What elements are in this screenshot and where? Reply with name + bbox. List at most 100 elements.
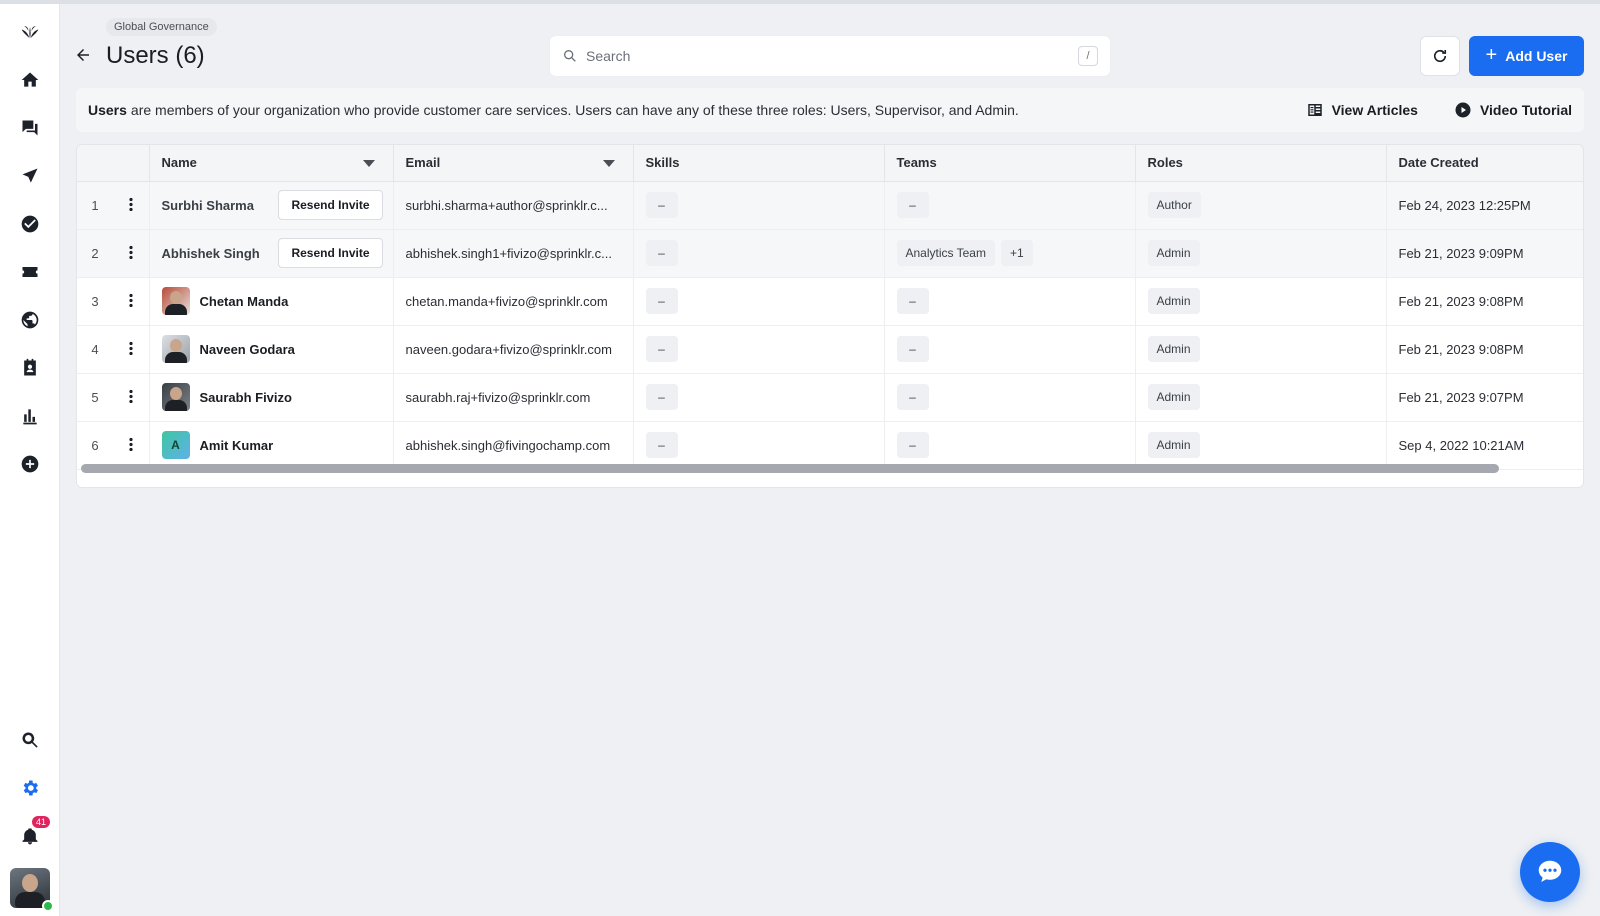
name-cell: A Amit Kumar (149, 421, 394, 470)
date-cell: Feb 21, 2023 9:08PM (1386, 277, 1583, 326)
view-articles-label: View Articles (1331, 102, 1418, 118)
email-cell: abhishek.singh@fivingochamp.com (393, 421, 634, 470)
row-number: 3 (77, 277, 113, 326)
date-cell: Feb 21, 2023 9:09PM (1386, 229, 1583, 278)
column-header-name[interactable]: Name (149, 145, 394, 182)
skills-chip: – (645, 432, 678, 458)
messages-icon[interactable] (18, 116, 42, 140)
skills-cell: – (633, 229, 885, 278)
teams-cell: – (884, 373, 1136, 422)
bell-icon[interactable]: 41 (18, 816, 50, 848)
column-header-date-created[interactable]: Date Created (1386, 145, 1583, 182)
search-icon (564, 50, 576, 62)
table-row[interactable]: 3 Chetan Manda chetan.manda+fivizo@sprin… (77, 277, 1583, 326)
column-header-teams[interactable]: Teams (884, 145, 1136, 182)
email-cell: naveen.godara+fivizo@sprinklr.com (393, 325, 634, 374)
row-menu-button[interactable] (113, 325, 150, 374)
skills-cell: – (633, 181, 885, 230)
team-chip[interactable]: Analytics Team (896, 240, 995, 266)
column-header-email[interactable]: Email (393, 145, 634, 182)
name-cell: Abhishek Singh Resend Invite (149, 229, 394, 278)
user-avatar[interactable] (10, 868, 54, 912)
chat-button[interactable] (1520, 842, 1580, 902)
skills-cell: – (633, 373, 885, 422)
column-header-roles[interactable]: Roles (1135, 145, 1387, 182)
avatar: A (161, 431, 190, 459)
breadcrumb[interactable]: Global Governance (106, 18, 217, 36)
role-chip: Admin (1147, 288, 1200, 314)
user-name[interactable]: Surbhi Sharma (162, 198, 254, 213)
user-name[interactable]: Abhishek Singh (162, 246, 260, 261)
row-menu-button[interactable] (113, 277, 150, 326)
resend-invite-button[interactable]: Resend Invite (278, 238, 383, 268)
notification-badge: 41 (31, 816, 50, 828)
role-chip: Admin (1147, 432, 1200, 458)
send-icon[interactable] (18, 164, 42, 188)
name-cell: Surbhi Sharma Resend Invite (149, 181, 394, 230)
book-icon (1307, 104, 1322, 116)
plus-icon: + (1485, 44, 1498, 66)
column-label: Email (405, 155, 441, 171)
add-user-label: Add User (1505, 48, 1568, 64)
column-label: Name (161, 155, 197, 171)
role-chip: Admin (1147, 240, 1200, 266)
team-more-chip[interactable]: +1 (1000, 240, 1033, 266)
search-icon[interactable] (18, 728, 42, 752)
teams-cell: – (884, 277, 1136, 326)
add-user-button[interactable]: + Add User (1469, 36, 1584, 76)
globe-icon[interactable] (18, 308, 42, 332)
column-header-skills[interactable]: Skills (633, 145, 885, 182)
table-row[interactable]: 4 Naveen Godara naveen.godara+fivizo@spr… (77, 325, 1583, 374)
role-chip: Admin (1147, 336, 1200, 362)
sort-caret-icon[interactable] (362, 160, 375, 167)
role-chip: Admin (1147, 384, 1200, 410)
search-input[interactable] (586, 48, 1078, 64)
user-name[interactable]: Saurabh Fivizo (200, 390, 292, 405)
kebab-icon (128, 436, 133, 451)
row-menu-button[interactable] (113, 421, 150, 470)
row-menu-button[interactable] (113, 181, 150, 230)
refresh-button[interactable] (1420, 36, 1460, 76)
roles-cell: Admin (1135, 325, 1387, 374)
online-status-dot (42, 900, 54, 912)
bar-chart-icon[interactable] (18, 404, 42, 428)
sort-caret-icon[interactable] (602, 160, 615, 167)
user-name[interactable]: Amit Kumar (200, 438, 274, 453)
video-tutorial-link[interactable]: Video Tutorial (1454, 101, 1572, 119)
ticket-icon[interactable] (18, 260, 42, 284)
email-cell: surbhi.sharma+author@sprinklr.c... (393, 181, 634, 230)
resend-invite-button[interactable]: Resend Invite (278, 190, 383, 220)
info-banner: Users are members of your organization w… (76, 88, 1584, 132)
table-row[interactable]: 2 Abhishek Singh Resend Invite abhishek.… (77, 229, 1583, 278)
back-arrow-icon[interactable] (74, 46, 92, 64)
search-bar[interactable]: / (550, 36, 1110, 76)
table-row[interactable]: 1 Surbhi Sharma Resend Invite surbhi.sha… (77, 181, 1583, 230)
horizontal-scrollbar[interactable] (81, 464, 1499, 473)
row-menu-button[interactable] (113, 373, 150, 422)
name-cell: Saurabh Fivizo (149, 373, 394, 422)
view-articles-link[interactable]: View Articles (1306, 101, 1418, 119)
add-circle-icon[interactable] (18, 452, 42, 476)
video-tutorial-label: Video Tutorial (1479, 102, 1572, 118)
settings-icon[interactable] (18, 776, 42, 800)
date-cell: Feb 21, 2023 9:08PM (1386, 325, 1583, 374)
logo-icon[interactable] (18, 20, 42, 44)
table-row[interactable]: 6 A Amit Kumar abhishek.singh@fivingocha… (77, 421, 1583, 470)
user-name[interactable]: Naveen Godara (200, 342, 295, 357)
user-name[interactable]: Chetan Manda (200, 294, 289, 309)
row-number: 4 (77, 325, 113, 374)
play-icon (1455, 102, 1471, 118)
kebab-icon (128, 340, 133, 355)
skills-chip: – (645, 288, 678, 314)
row-menu-button[interactable] (113, 229, 150, 278)
teams-cell: – (884, 325, 1136, 374)
avatar (161, 335, 190, 363)
contacts-icon[interactable] (18, 356, 42, 380)
kebab-icon (128, 388, 133, 403)
email-cell: saurabh.raj+fivizo@sprinklr.com (393, 373, 634, 422)
kebab-icon (128, 244, 133, 259)
check-circle-icon[interactable] (18, 212, 42, 236)
table-row[interactable]: 5 Saurabh Fivizo saurabh.raj+fivizo@spri… (77, 373, 1583, 422)
home-icon[interactable] (18, 68, 42, 92)
teams-chip: – (896, 432, 929, 458)
